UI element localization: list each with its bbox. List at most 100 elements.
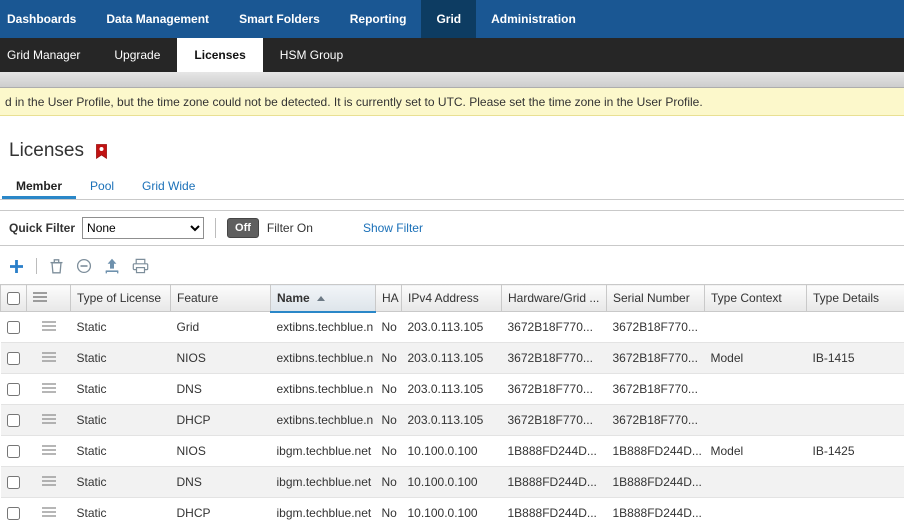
header-menu-icon[interactable] bbox=[33, 292, 47, 302]
cell-ipv4: 203.0.113.105 bbox=[402, 312, 502, 343]
disable-icon[interactable] bbox=[76, 258, 92, 274]
row-checkbox[interactable] bbox=[7, 383, 20, 396]
col-type-context[interactable]: Type Context bbox=[705, 285, 807, 312]
cell-ha: No bbox=[376, 436, 402, 467]
header-checkbox-cell bbox=[1, 285, 27, 312]
view-tabs: Member Pool Grid Wide bbox=[0, 174, 904, 200]
row-menu-icon[interactable] bbox=[42, 476, 56, 486]
cell-ipv4: 203.0.113.105 bbox=[402, 374, 502, 405]
subnav-hsm-group[interactable]: HSM Group bbox=[263, 38, 360, 72]
banner-text: d in the User Profile, but the time zone… bbox=[5, 95, 703, 109]
print-icon[interactable] bbox=[132, 258, 149, 274]
row-checkbox-cell bbox=[1, 343, 27, 374]
col-name[interactable]: Name bbox=[271, 285, 376, 312]
cell-feature: DHCP bbox=[171, 405, 271, 436]
row-checkbox[interactable] bbox=[7, 476, 20, 489]
row-menu-cell bbox=[27, 436, 71, 467]
table-row[interactable]: Static DHCP extibns.techblue.n No 203.0.… bbox=[1, 405, 904, 436]
row-menu-icon[interactable] bbox=[42, 507, 56, 517]
cell-type-details: IB-1425 bbox=[807, 436, 904, 467]
add-icon[interactable] bbox=[9, 259, 24, 274]
table-row[interactable]: Static NIOS ibgm.techblue.net No 10.100.… bbox=[1, 436, 904, 467]
page-title: Licenses bbox=[9, 140, 84, 162]
row-checkbox[interactable] bbox=[7, 445, 20, 458]
cell-name: extibns.techblue.n bbox=[271, 374, 376, 405]
tab-pool[interactable]: Pool bbox=[76, 174, 128, 199]
table-row[interactable]: Static DNS extibns.techblue.n No 203.0.1… bbox=[1, 374, 904, 405]
cell-serial: 3672B18F770... bbox=[607, 343, 705, 374]
licenses-table: Type of License Feature Name HA IPv4 Add… bbox=[0, 284, 904, 527]
row-menu-icon[interactable] bbox=[42, 321, 56, 331]
row-menu-cell bbox=[27, 312, 71, 343]
cell-name: extibns.techblue.n bbox=[271, 343, 376, 374]
row-menu-icon[interactable] bbox=[42, 445, 56, 455]
upload-icon[interactable] bbox=[104, 258, 120, 274]
cell-hardware: 3672B18F770... bbox=[502, 312, 607, 343]
cell-feature: NIOS bbox=[171, 343, 271, 374]
row-checkbox-cell bbox=[1, 312, 27, 343]
cell-ipv4: 203.0.113.105 bbox=[402, 343, 502, 374]
row-checkbox[interactable] bbox=[7, 352, 20, 365]
delete-icon[interactable] bbox=[49, 258, 64, 274]
row-checkbox[interactable] bbox=[7, 414, 20, 427]
toolbar-divider bbox=[36, 258, 37, 274]
table-row[interactable]: Static NIOS extibns.techblue.n No 203.0.… bbox=[1, 343, 904, 374]
cell-type-of-license: Static bbox=[71, 467, 171, 498]
nav-grid[interactable]: Grid bbox=[421, 0, 476, 38]
row-checkbox[interactable] bbox=[7, 507, 20, 520]
cell-feature: DNS bbox=[171, 374, 271, 405]
filter-toggle-button[interactable]: Off bbox=[227, 218, 259, 238]
subnav-grid-manager[interactable]: Grid Manager bbox=[0, 38, 97, 72]
cell-hardware: 1B888FD244D... bbox=[502, 436, 607, 467]
cell-type-context: Model bbox=[705, 343, 807, 374]
select-all-checkbox[interactable] bbox=[7, 292, 20, 305]
row-menu-icon[interactable] bbox=[42, 383, 56, 393]
cell-feature: DNS bbox=[171, 467, 271, 498]
row-checkbox[interactable] bbox=[7, 321, 20, 334]
title-row: Licenses bbox=[9, 140, 904, 162]
show-filter-link[interactable]: Show Filter bbox=[363, 221, 423, 235]
row-menu-cell bbox=[27, 405, 71, 436]
tab-grid-wide[interactable]: Grid Wide bbox=[128, 174, 209, 199]
cell-type-details bbox=[807, 312, 904, 343]
cell-name: extibns.techblue.n bbox=[271, 312, 376, 343]
nav-reporting[interactable]: Reporting bbox=[335, 0, 422, 38]
nav-dashboards[interactable]: Dashboards bbox=[0, 0, 91, 38]
cell-type-details bbox=[807, 374, 904, 405]
cell-name: ibgm.techblue.net bbox=[271, 498, 376, 527]
col-serial-number[interactable]: Serial Number bbox=[607, 285, 705, 312]
col-hardware-grid[interactable]: Hardware/Grid ... bbox=[502, 285, 607, 312]
table-row[interactable]: Static Grid extibns.techblue.n No 203.0.… bbox=[1, 312, 904, 343]
quick-filter-bar: Quick Filter None Off Filter On Show Fil… bbox=[0, 210, 904, 246]
cell-type-context bbox=[705, 405, 807, 436]
cell-serial: 1B888FD244D... bbox=[607, 436, 705, 467]
subnav-licenses[interactable]: Licenses bbox=[177, 38, 262, 72]
cell-type-of-license: Static bbox=[71, 312, 171, 343]
col-ipv4-address[interactable]: IPv4 Address bbox=[402, 285, 502, 312]
table-row[interactable]: Static DHCP ibgm.techblue.net No 10.100.… bbox=[1, 498, 904, 527]
table-header-row: Type of License Feature Name HA IPv4 Add… bbox=[1, 285, 904, 312]
cell-hardware: 3672B18F770... bbox=[502, 343, 607, 374]
quick-filter-select[interactable]: None bbox=[82, 217, 204, 239]
cell-ipv4: 10.100.0.100 bbox=[402, 436, 502, 467]
nav-smart-folders[interactable]: Smart Folders bbox=[224, 0, 335, 38]
col-type-details[interactable]: Type Details bbox=[807, 285, 904, 312]
col-type-of-license[interactable]: Type of License bbox=[71, 285, 171, 312]
subnav-upgrade[interactable]: Upgrade bbox=[97, 38, 177, 72]
quick-filter-label: Quick Filter bbox=[9, 221, 75, 235]
bookmark-icon[interactable] bbox=[95, 144, 108, 159]
row-menu-icon[interactable] bbox=[42, 414, 56, 424]
cell-type-details: IB-1415 bbox=[807, 343, 904, 374]
table-row[interactable]: Static DNS ibgm.techblue.net No 10.100.0… bbox=[1, 467, 904, 498]
cell-feature: DHCP bbox=[171, 498, 271, 527]
col-feature[interactable]: Feature bbox=[171, 285, 271, 312]
tab-member[interactable]: Member bbox=[2, 174, 76, 199]
nav-data-management[interactable]: Data Management bbox=[91, 0, 224, 38]
col-ha[interactable]: HA bbox=[376, 285, 402, 312]
row-menu-icon[interactable] bbox=[42, 352, 56, 362]
header-menu-cell bbox=[27, 285, 71, 312]
nav-administration[interactable]: Administration bbox=[476, 0, 591, 38]
cell-name: ibgm.techblue.net bbox=[271, 436, 376, 467]
row-menu-cell bbox=[27, 374, 71, 405]
cell-hardware: 1B888FD244D... bbox=[502, 467, 607, 498]
